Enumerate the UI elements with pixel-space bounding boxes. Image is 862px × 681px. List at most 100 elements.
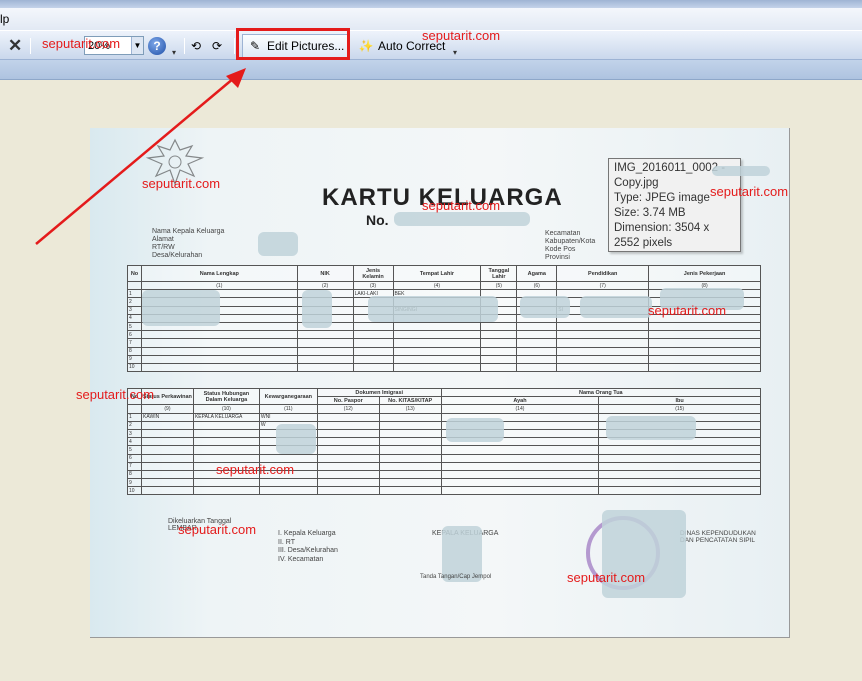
watermark-text: seputarit.com: [710, 184, 789, 199]
code-cell: (13): [378, 404, 442, 414]
redaction: [580, 296, 652, 318]
label-district: Kecamatan: [545, 230, 581, 237]
col2-citizenship: Kewarganegaraan: [258, 387, 318, 406]
toolbar-strip: [0, 60, 862, 80]
redaction: [276, 424, 316, 454]
table-cell: [352, 321, 394, 332]
table-cell: [378, 453, 442, 463]
table-cell: [480, 354, 518, 364]
table-cell: 2: [127, 420, 142, 430]
table-cell: 10: [127, 362, 142, 373]
table-cell: [480, 362, 518, 373]
table-cell: [140, 338, 298, 348]
table-cell: 2: [127, 297, 142, 307]
table-cell: [516, 338, 558, 348]
tooltip-dimension: Dimension: 3504 x 2552 pixels: [614, 222, 710, 249]
table-cell: 9: [127, 354, 142, 364]
table-cell: [598, 445, 761, 455]
table-cell: [296, 346, 354, 356]
sheet-item: II. RT: [278, 538, 295, 546]
close-icon[interactable]: ✕: [8, 35, 22, 57]
zoom-dropdown-icon[interactable]: ▼: [131, 37, 143, 54]
table-cell: [296, 338, 354, 348]
col-no: No: [127, 265, 142, 282]
label-head: Nama Kepala Keluarga: [152, 228, 225, 235]
code-cell: (7): [556, 280, 650, 291]
watermark-text: seputarit.com: [76, 387, 155, 402]
table-cell: [140, 445, 194, 455]
table-cell: [598, 486, 761, 496]
table-cell: [378, 420, 442, 430]
table-cell: [440, 486, 600, 496]
sheet-item: IV. Kecamatan: [278, 555, 324, 563]
thumbprint-label: Tanda Tangan/Cap Jempol: [420, 574, 492, 580]
col-gender: Jenis Kelamin: [352, 265, 394, 282]
table-cell: [352, 338, 394, 348]
code-cell: (10): [192, 404, 260, 414]
watermark-text: seputarit.com: [648, 303, 727, 318]
table-row: 6: [127, 330, 761, 340]
table-cell: [316, 437, 380, 447]
table-cell: 4: [127, 437, 142, 447]
table-cell: [258, 486, 318, 496]
table-cell: [378, 428, 442, 439]
watermark-text: seputarit.com: [422, 198, 501, 213]
table-cell: [598, 453, 761, 463]
table-cell: [480, 321, 518, 332]
table-cell: [392, 362, 482, 373]
table-cell: [392, 321, 482, 332]
code-cell: (5): [480, 280, 518, 291]
table-cell: [516, 354, 558, 364]
table-cell: [556, 321, 650, 332]
table-cell: WNI: [258, 412, 318, 422]
sheet-list: I. Kepala Keluarga II. RT III. Desa/Kelu…: [278, 530, 338, 564]
table-cell: [556, 354, 650, 364]
table-cell: 9: [127, 478, 142, 488]
table-row: 8: [127, 346, 761, 356]
toolbar-separator: [30, 38, 31, 54]
table-cell: [316, 478, 380, 488]
table-cell: [648, 354, 761, 364]
table-cell: [140, 478, 194, 488]
redaction: [712, 166, 770, 176]
table-cell: [392, 346, 482, 356]
table-cell: 8: [127, 346, 142, 356]
table-cell: [392, 354, 482, 364]
col2-kitas: No. KITAS/KITAP: [378, 396, 442, 406]
table-cell: KEPALA KELUARGA: [192, 412, 260, 422]
table-cell: [140, 428, 194, 439]
help-button[interactable]: ?: [148, 37, 166, 55]
table-row: 9: [127, 354, 761, 364]
table-row: 5: [127, 445, 761, 455]
table-cell: [648, 330, 761, 340]
table-cell: [378, 469, 442, 480]
code-cell: (14): [440, 404, 600, 414]
table-cell: 6: [127, 453, 142, 463]
table-cell: [192, 437, 260, 447]
rotate-right-icon[interactable]: ⟳: [212, 35, 222, 57]
table-cell: [598, 478, 761, 488]
office-label: DINAS KEPENDUDUKAN DAN PENCATATAN SIPIL: [680, 530, 756, 544]
table-cell: [352, 346, 394, 356]
label-rtrw: RT/RW: [152, 244, 175, 251]
code-cell: (1): [140, 280, 298, 291]
rotate-left-icon[interactable]: ⟲: [191, 35, 201, 57]
table-cell: [352, 354, 394, 364]
table-cell: [440, 453, 600, 463]
table-cell: [140, 486, 194, 496]
col-religion: Agama: [516, 265, 558, 282]
code-cell: (6): [516, 280, 558, 291]
code-row: (9) (10) (11) (12) (13) (14) (15): [127, 404, 761, 414]
redaction: [302, 290, 332, 328]
table-cell: [352, 362, 394, 373]
table-row: 5: [127, 321, 761, 332]
table-row: 9: [127, 478, 761, 488]
redaction: [368, 296, 498, 322]
code-cell: [127, 280, 142, 291]
col-birthplace: Tempat Lahir: [392, 265, 482, 282]
table-cell: [440, 469, 600, 480]
col2-relationship: Status Hubungan Dalam Keluarga: [192, 387, 260, 406]
toolbar-separator: [234, 38, 235, 54]
menu-help[interactable]: lp: [0, 12, 9, 26]
code-cell: (12): [316, 404, 380, 414]
